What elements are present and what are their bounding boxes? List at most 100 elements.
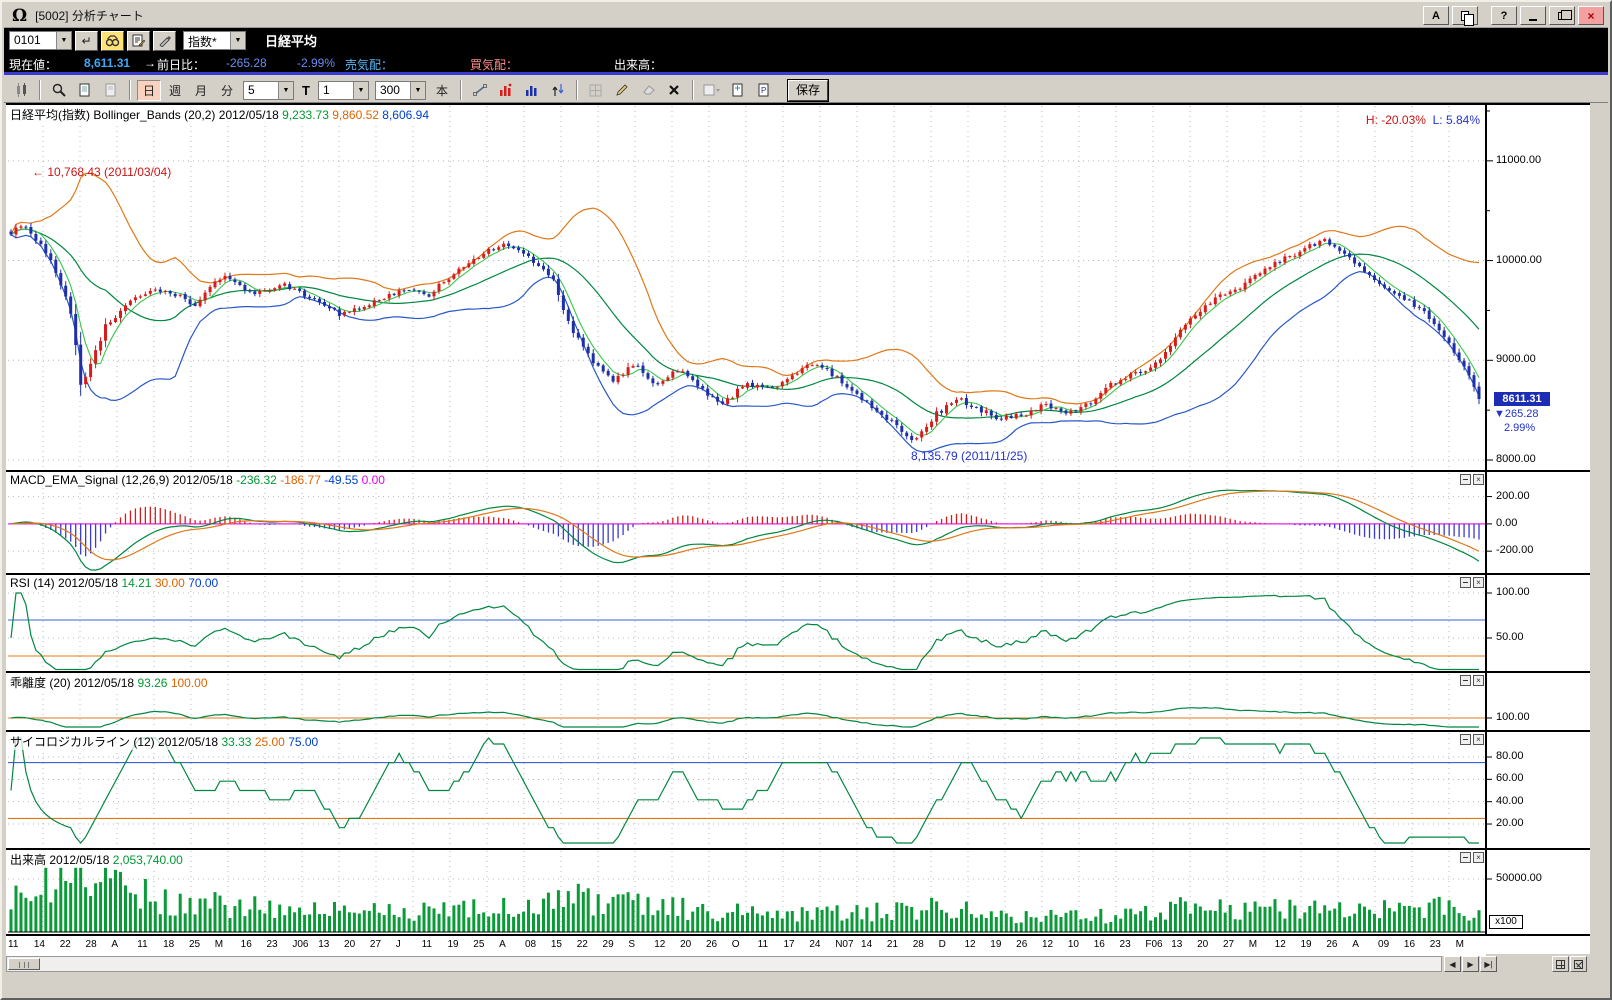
volume-panel-header: 出来高 2012/05/18 2,053,740.00 (10, 851, 183, 868)
panel-close-button[interactable]: × (1473, 675, 1484, 686)
x-axis-label: A (1352, 939, 1359, 950)
minimize-button[interactable] (1520, 6, 1546, 25)
copy-window-button[interactable] (1452, 6, 1478, 25)
copy-chart-button[interactable] (73, 80, 97, 101)
scroll-left-button[interactable]: ◀ (1444, 956, 1461, 972)
x-axis-label: M (1249, 939, 1257, 950)
macd-chart-canvas[interactable] (6, 472, 1590, 573)
memo-button[interactable] (127, 31, 150, 51)
price-chart-canvas[interactable] (6, 105, 1590, 470)
x-axis-label: 23 (267, 939, 278, 950)
trendline-icon (473, 83, 487, 97)
y-axis-label: 10000.00 (1496, 254, 1542, 266)
help-button[interactable]: ? (1491, 6, 1517, 25)
scroll-right-button[interactable]: ▶ (1462, 956, 1479, 972)
psychological-panel: サイコロジカルライン (12) 2012/05/18 33.33 25.00 7… (6, 732, 1590, 850)
x-axis-label: D (939, 939, 946, 950)
rsi-chart-canvas[interactable] (6, 575, 1590, 671)
histogram-red-button[interactable] (494, 80, 518, 101)
dropdown-arrow-icon[interactable]: ▼ (353, 82, 368, 99)
x-axis-label: 26 (1326, 939, 1337, 950)
delete-button[interactable] (662, 80, 686, 101)
high-low-readout: H: -20.03% L: 5.84% (1236, 113, 1480, 127)
brush-button[interactable] (153, 31, 176, 51)
dropdown-arrow-icon[interactable]: ▼ (56, 32, 71, 49)
panel-close-button[interactable]: × (1473, 734, 1484, 745)
app-window: Ω [5002] 分析チャート A ? × 0101 ▼ ↵ 指数* ▼ 日経平… (0, 0, 1612, 1000)
x-axis-label: A (499, 939, 506, 950)
x-axis-label: 18 (163, 939, 174, 950)
histogram-blue-icon (525, 83, 538, 97)
scrollbar-thumb[interactable] (8, 958, 40, 970)
zoom-button[interactable] (47, 80, 71, 101)
panel-close-button[interactable]: × (1473, 474, 1484, 485)
window-title: [5002] 分析チャート (35, 7, 144, 24)
restore-icon (1558, 12, 1567, 20)
x-axis-label: 25 (473, 939, 484, 950)
grid-button[interactable] (584, 80, 608, 101)
y-axis-label: -200.00 (1496, 544, 1533, 556)
enter-button[interactable]: ↵ (75, 31, 98, 51)
low-annotation: 8,135.79 (2011/11/25) (911, 449, 1027, 463)
period-month-button[interactable]: 月 (189, 80, 213, 101)
dropdown-arrow-icon[interactable]: ▼ (278, 82, 293, 99)
compare-button[interactable] (9, 80, 33, 101)
x-axis-label: 23 (1430, 939, 1441, 950)
new-window2-button[interactable]: P (752, 80, 776, 101)
copy-chart2-button[interactable] (99, 80, 123, 101)
panel-close-button[interactable]: × (1473, 852, 1484, 863)
period-day-button[interactable]: 日 (137, 80, 161, 101)
panel-minimize-button[interactable] (1460, 675, 1471, 686)
x-axis-label: N07 (835, 939, 853, 950)
scroll-end-button[interactable]: ▶| (1480, 956, 1497, 972)
y-axis-label: 9000.00 (1496, 353, 1536, 365)
count-select[interactable]: 1▼ (318, 81, 369, 100)
x-axis-label: 29 (603, 939, 614, 950)
panel-minimize-button[interactable] (1460, 474, 1471, 485)
volume-chart-canvas[interactable] (6, 850, 1590, 934)
scrollbar-track[interactable] (6, 956, 1442, 972)
panel-minimize-button[interactable] (1460, 577, 1471, 588)
x-axis-label: O (732, 939, 740, 950)
updown-button[interactable] (546, 80, 570, 101)
layout-button[interactable] (700, 80, 724, 101)
histogram-blue-button[interactable] (520, 80, 544, 101)
x-axis-label: 11 (758, 939, 768, 950)
grid-icon (1556, 960, 1565, 969)
period-minute-button[interactable]: 分 (215, 80, 239, 101)
x-axis-label: 15 (551, 939, 562, 950)
panel-minimize-button[interactable] (1460, 852, 1471, 863)
x-axis: 11142228A111825M1623J06132027J111925A081… (6, 936, 1486, 956)
x-axis-label: 19 (990, 939, 1001, 950)
bars-select[interactable]: 300▼ (375, 81, 426, 100)
dropdown-arrow-icon[interactable]: ▼ (230, 32, 245, 49)
candle-pair-icon (15, 83, 28, 97)
draw-button[interactable] (610, 80, 634, 101)
save-button[interactable]: 保存 (788, 80, 828, 101)
magnifier-icon (52, 83, 66, 97)
x-axis-label: 22 (577, 939, 588, 950)
close-button[interactable]: × (1578, 6, 1604, 25)
minute-select[interactable]: 5▼ (243, 81, 294, 100)
grid-toggle-button[interactable] (1552, 956, 1569, 972)
y-axis-label: 11000.00 (1496, 154, 1541, 166)
kairi-chart-canvas[interactable] (6, 673, 1590, 730)
category-select[interactable]: 指数* ▼ (183, 31, 246, 50)
close-grid-button[interactable] (1570, 956, 1587, 972)
volume-unit-badge: x100 (1489, 915, 1523, 929)
symbol-code-input[interactable]: 0101 ▼ (9, 31, 72, 50)
y-axis-label: 100.00 (1496, 586, 1530, 598)
period-week-button[interactable]: 週 (163, 80, 187, 101)
x-axis-label: M (1456, 939, 1464, 950)
font-button[interactable]: A (1423, 6, 1449, 25)
trendline-button[interactable] (468, 80, 492, 101)
dropdown-arrow-icon[interactable]: ▼ (410, 82, 425, 99)
change-label: 前日比： (157, 56, 205, 73)
search-binoculars-button[interactable] (101, 31, 124, 51)
eraser-button[interactable] (636, 80, 660, 101)
restore-button[interactable] (1549, 6, 1575, 25)
panel-minimize-button[interactable] (1460, 734, 1471, 745)
app-logo-icon: Ω (12, 6, 27, 26)
new-window-button[interactable] (726, 80, 750, 101)
panel-close-button[interactable]: × (1473, 577, 1484, 588)
